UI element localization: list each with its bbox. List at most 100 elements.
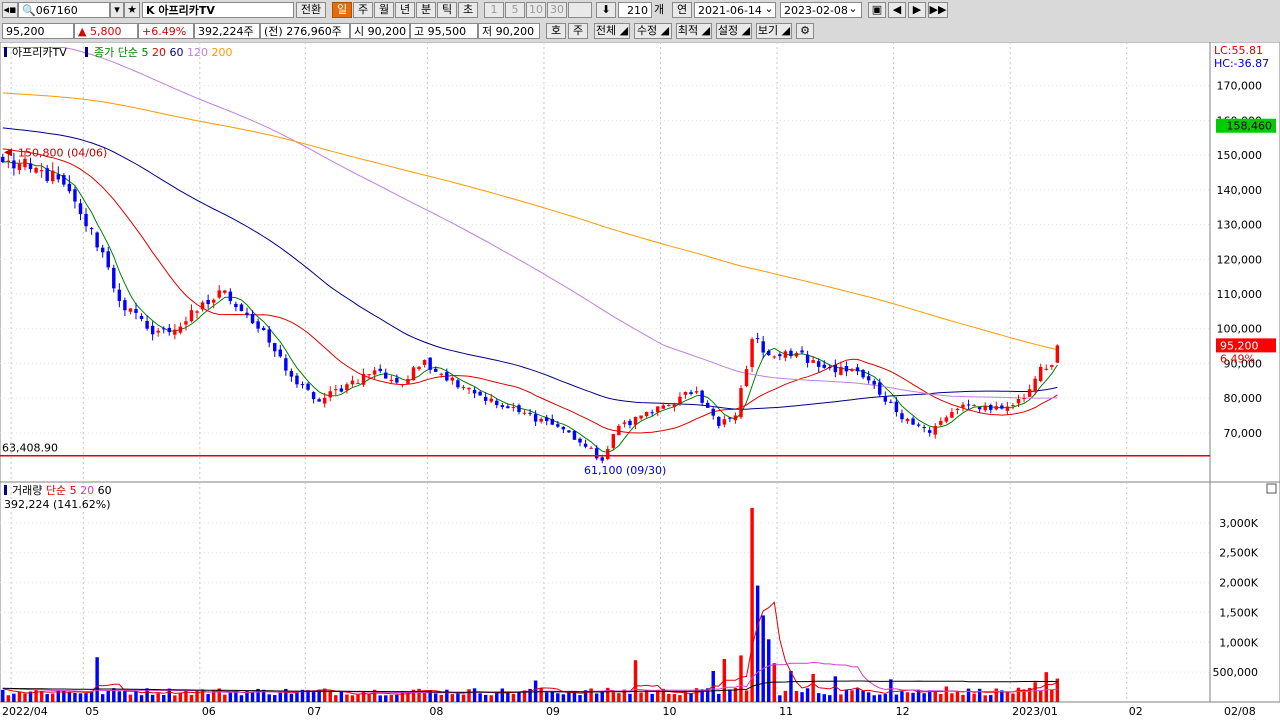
candle-body [311, 392, 316, 400]
candle-body [805, 354, 810, 363]
volume-bar [1044, 672, 1048, 702]
x-tick-label: 09 [546, 705, 560, 718]
x-tick-label: 08 [429, 705, 443, 718]
candle-body [517, 405, 521, 413]
candle-body [223, 290, 227, 293]
price-tick-label: 70,000 [1224, 427, 1263, 440]
interval-blank-button[interactable] [568, 2, 592, 18]
period-tab-0[interactable]: 일 [332, 2, 352, 18]
period-tab-5[interactable]: 틱 [437, 2, 457, 18]
candle-body [67, 183, 72, 192]
candle-body [56, 174, 61, 180]
count-input[interactable]: 210 [618, 2, 652, 18]
minute-option-2[interactable]: 10 [526, 2, 546, 18]
candle-body [522, 412, 527, 414]
volume-bar [1033, 682, 1037, 702]
period-tab-6[interactable]: 초 [458, 2, 478, 18]
minute-option-3[interactable]: 30 [547, 2, 567, 18]
volume-bar [550, 691, 554, 702]
volume-bar [495, 693, 499, 702]
volume-bar [350, 695, 355, 702]
volume-tick-label: 2,000K [1219, 577, 1258, 590]
candle-body [173, 329, 177, 335]
candle-body [661, 405, 666, 409]
volume-bar [356, 694, 360, 702]
period-tab-2[interactable]: 월 [374, 2, 394, 18]
candle-body [927, 430, 932, 433]
candle-body [916, 424, 921, 426]
menu-icon[interactable]: ◂▪ [2, 2, 18, 18]
minute-option-1[interactable]: 5 [505, 2, 525, 18]
favorite-star-icon[interactable]: ★ [124, 2, 140, 18]
end-date-dropdown-icon[interactable]: ⌄ [846, 2, 860, 18]
candle-body [295, 375, 299, 385]
minute-option-0[interactable]: 1 [484, 2, 504, 18]
volume-bar [578, 695, 582, 702]
volume-bar [467, 689, 471, 702]
candle-body [361, 373, 366, 385]
candle-body [611, 434, 616, 448]
stock-code-value: 067160 [35, 4, 78, 17]
last-price-label: 95,200 [1220, 339, 1259, 352]
next-icon[interactable]: ▶ [908, 2, 926, 18]
volume-bar [567, 692, 571, 702]
start-date-dropdown-icon[interactable]: ⌄ [762, 2, 776, 18]
candle-body [411, 367, 416, 381]
candle-body [617, 425, 621, 436]
candle-body [983, 405, 987, 411]
volume-bar [422, 691, 427, 702]
settings-icon[interactable]: ⚙ [796, 23, 814, 39]
volume-bar [56, 690, 61, 702]
end-icon[interactable]: ▶▶ [928, 2, 948, 18]
candle-body [78, 203, 83, 215]
candle-body [45, 168, 49, 181]
volume-bar [12, 693, 16, 702]
candle-body [284, 358, 288, 371]
quote-button-5[interactable]: 설정 ◢ [716, 23, 752, 39]
volume-bar [51, 693, 55, 702]
volume-bar [150, 694, 155, 702]
candle-body [139, 315, 144, 319]
x-tick-label: 10 [663, 705, 677, 718]
volume-bar [717, 693, 721, 702]
candle-body [761, 341, 765, 353]
arrow-down-icon[interactable]: ⬇ [596, 2, 616, 18]
stock-code-input[interactable]: 🔍067160 [18, 2, 110, 18]
candle-body [811, 360, 815, 363]
volume-bar [989, 695, 993, 702]
volume-bar [178, 692, 183, 702]
x-tick-label: 07 [307, 705, 321, 718]
low-marker: 61,100 (09/30) [584, 464, 666, 477]
quote-button-4[interactable]: 최적 ◢ [676, 23, 712, 39]
candle-body [911, 418, 915, 425]
quote-button-0[interactable]: 호 [546, 23, 566, 39]
convert-button[interactable]: 전환 [296, 2, 326, 18]
candle-body [694, 391, 699, 393]
candle-body [656, 406, 660, 413]
volume-bar [822, 694, 826, 702]
date-unit-button[interactable]: 연 [672, 2, 692, 18]
candle-body [550, 418, 554, 425]
quote-button-2[interactable]: 전체 ◢ [594, 23, 630, 39]
candle-body [667, 405, 671, 407]
candle-body [578, 438, 582, 443]
quote-button-6[interactable]: 보기 ◢ [756, 23, 792, 39]
volume: 392,224주 [194, 23, 260, 39]
period-tab-1[interactable]: 주 [353, 2, 373, 18]
candle-body [717, 416, 721, 426]
volume-bar [278, 692, 283, 702]
period-tab-4[interactable]: 분 [416, 2, 436, 18]
period-tab-3[interactable]: 년 [395, 2, 415, 18]
quote-button-3[interactable]: 수정 ◢ [634, 23, 672, 39]
candle-body [639, 415, 643, 419]
candle-body [178, 326, 183, 333]
prev-icon[interactable]: ◀ [888, 2, 906, 18]
candle-body [594, 448, 599, 459]
volume-tick-label: 2,500K [1219, 547, 1258, 560]
quote-button-1[interactable]: 주 [568, 23, 588, 39]
candle-body [861, 370, 865, 378]
candle-body [200, 302, 205, 310]
code-dropdown-icon[interactable]: ▾ [110, 2, 124, 18]
candle-body [739, 388, 743, 418]
save-icon[interactable]: ▣ [868, 2, 886, 18]
